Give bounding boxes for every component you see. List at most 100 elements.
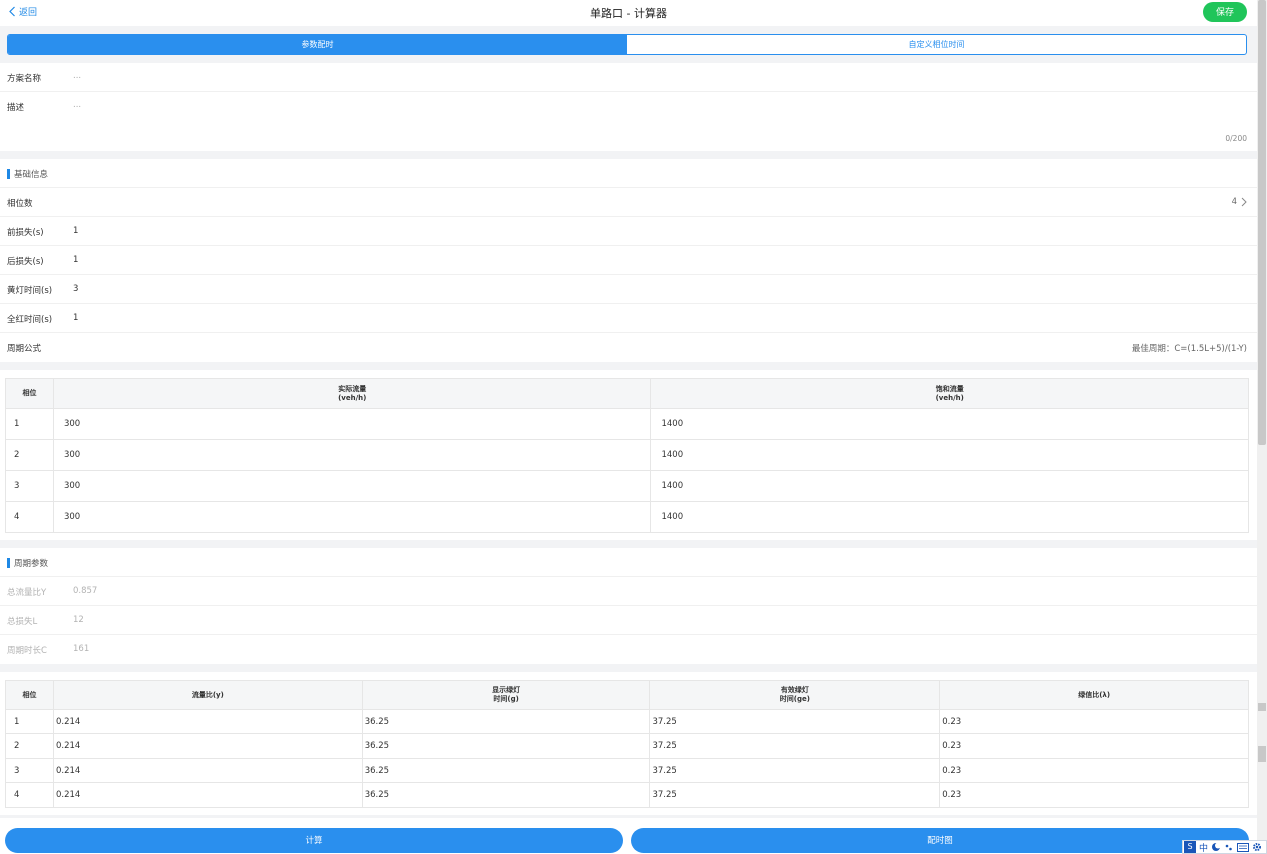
flow-ratio-cell: 0.214 (52, 733, 363, 759)
saturation-flow-input[interactable]: 1400 (650, 408, 1249, 440)
basic-info-header: 基础信息 (0, 159, 1257, 188)
cycle-formula-value: 最佳周期：C=(1.5L+5)/(1-Y) (1131, 344, 1247, 354)
actual-flow-input[interactable]: 300 (52, 470, 652, 502)
front-loss-label: 前损失(s) (7, 228, 44, 238)
description-input[interactable]: ... (73, 100, 81, 110)
calculator-page: 返回 单路口 - 计算器 保存 参数配时 自定义相位时间 方案名称 ... 描述… (0, 0, 1257, 854)
page-scrollbar[interactable] (1257, 0, 1267, 854)
table-row: 4 0.214 36.25 37.25 0.23 (5, 782, 1249, 808)
effective-green-cell: 37.25 (649, 709, 941, 734)
effective-green-cell: 37.25 (649, 758, 941, 783)
timing-chart-button[interactable]: 配时图 (631, 828, 1249, 853)
actual-flow-input[interactable]: 300 (52, 439, 652, 471)
all-red-time-label: 全红时间(s) (7, 315, 53, 325)
phase-cell: 3 (5, 470, 54, 502)
scheme-name-row: 方案名称 ... (0, 63, 1257, 92)
green-ratio-cell: 0.23 (939, 733, 1249, 759)
result-table: 相位 流量比(y) 显示绿灯 时间(g) 有效绿灯 时间(ge) 绿信比(λ) 1 … (5, 680, 1249, 808)
scrollbar-marker (1258, 746, 1266, 762)
phase-cell: 2 (5, 439, 54, 471)
mode-tabs: 参数配时 自定义相位时间 (7, 34, 1247, 55)
phase-count-row[interactable]: 相位数 4 (0, 188, 1257, 217)
saturation-flow-input[interactable]: 1400 (650, 501, 1249, 533)
back-loss-input[interactable]: 1 (73, 255, 78, 265)
table-row: 2 300 1400 (5, 439, 1249, 471)
ime-toolbar[interactable]: S 中 (1182, 840, 1267, 854)
table-row: 2 0.214 36.25 37.25 0.23 (5, 733, 1249, 759)
green-ratio-cell: 0.23 (939, 709, 1249, 734)
table-row: 1 0.214 36.25 37.25 0.23 (5, 709, 1249, 734)
description-row: 描述 ... (0, 92, 1257, 121)
cycle-params-header: 周期参数 (0, 548, 1257, 577)
basic-info-title: 基础信息 (14, 170, 49, 180)
moon-icon[interactable] (1211, 842, 1222, 852)
table-row: 3 0.214 36.25 37.25 0.23 (5, 758, 1249, 783)
flow-ratio-cell: 0.214 (52, 782, 363, 808)
punctuation-icon[interactable] (1224, 842, 1234, 852)
gear-icon[interactable] (1252, 842, 1262, 852)
actual-flow-input[interactable]: 300 (52, 408, 652, 440)
yellow-time-input[interactable]: 3 (73, 284, 78, 294)
description-label: 描述 (7, 103, 25, 113)
scheme-name-input[interactable]: ... (73, 71, 81, 81)
phase-cell: 1 (5, 408, 54, 440)
yellow-time-label: 黄灯时间(s) (7, 286, 53, 296)
col-header-phase: 相位 (5, 680, 54, 710)
chevron-right-icon[interactable] (1241, 197, 1247, 207)
total-flow-ratio-value: 0.857 (73, 586, 98, 596)
calculate-button[interactable]: 计算 (5, 828, 623, 853)
actual-flow-input[interactable]: 300 (52, 501, 652, 533)
section-marker-icon (7, 169, 10, 179)
effective-green-cell: 37.25 (649, 733, 941, 759)
flow-table: 相位 实际流量 (veh/h) 饱和流量 (veh/h) 1 300 1400 2 … (5, 378, 1249, 533)
phase-cell: 4 (5, 501, 54, 533)
header-bar: 返回 单路口 - 计算器 保存 (0, 0, 1257, 26)
total-flow-ratio-label: 总流量比Y (7, 588, 47, 598)
total-flow-ratio-row: 总流量比Y 0.857 (0, 577, 1257, 606)
all-red-time-input[interactable]: 1 (73, 313, 78, 323)
scheme-section: 方案名称 ... 描述 ... 0/200 (0, 63, 1257, 151)
tab-custom-phase-time[interactable]: 自定义相位时间 (627, 35, 1246, 54)
phase-cell: 2 (5, 733, 54, 759)
table-row: 4 300 1400 (5, 501, 1249, 533)
col-header-display-green: 显示绿灯 时间(g) (361, 680, 651, 710)
ime-mode-label[interactable]: 中 (1199, 841, 1208, 854)
green-ratio-cell: 0.23 (939, 758, 1249, 783)
cycle-length-value: 161 (73, 644, 90, 654)
display-green-cell: 36.25 (361, 709, 651, 734)
table-row: 1 300 1400 (5, 408, 1249, 440)
flow-ratio-cell: 0.214 (52, 709, 363, 734)
description-char-counter: 0/200 (1225, 134, 1247, 143)
col-header-flow-ratio: 流量比(y) (52, 680, 363, 710)
cycle-params-section: 周期参数 总流量比Y 0.857 总损失L 12 周期时长C 161 (0, 548, 1257, 664)
tab-parameter-timing[interactable]: 参数配时 (8, 35, 627, 54)
phase-cell: 3 (5, 758, 54, 783)
front-loss-input[interactable]: 1 (73, 226, 78, 236)
col-header-phase: 相位 (5, 378, 54, 409)
cycle-formula-label: 周期公式 (7, 344, 42, 354)
back-loss-label: 后损失(s) (7, 257, 44, 267)
display-green-cell: 36.25 (361, 733, 651, 759)
section-marker-icon (7, 558, 10, 568)
saturation-flow-input[interactable]: 1400 (650, 470, 1249, 502)
cycle-params-title: 周期参数 (14, 559, 49, 569)
total-loss-value: 12 (73, 615, 84, 625)
table-row: 3 300 1400 (5, 470, 1249, 502)
phase-count-label: 相位数 (7, 199, 33, 209)
flow-ratio-cell: 0.214 (52, 758, 363, 783)
total-loss-row: 总损失L 12 (0, 606, 1257, 635)
page-title: 单路口 - 计算器 (590, 7, 667, 20)
saturation-flow-input[interactable]: 1400 (650, 439, 1249, 471)
scrollbar-thumb[interactable] (1258, 0, 1266, 445)
cycle-length-label: 周期时长C (7, 646, 47, 656)
scheme-name-label: 方案名称 (7, 74, 42, 84)
phase-cell: 1 (5, 709, 54, 734)
scrollbar-marker (1258, 703, 1266, 711)
phase-cell: 4 (5, 782, 54, 808)
save-button[interactable]: 保存 (1203, 2, 1247, 22)
keyboard-icon[interactable] (1237, 842, 1250, 852)
yellow-time-row: 黄灯时间(s) 3 (0, 275, 1257, 304)
total-loss-label: 总损失L (7, 617, 38, 627)
cycle-formula-row: 周期公式 最佳周期：C=(1.5L+5)/(1-Y) (0, 333, 1257, 362)
all-red-time-row: 全红时间(s) 1 (0, 304, 1257, 333)
